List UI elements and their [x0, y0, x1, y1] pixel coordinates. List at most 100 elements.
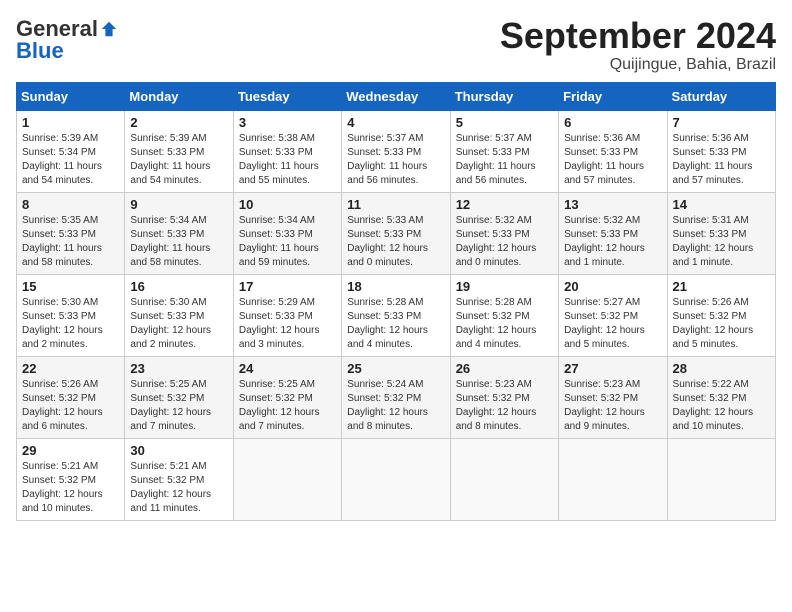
- day-number: 23: [130, 361, 227, 376]
- day-number: 20: [564, 279, 661, 294]
- header-wednesday: Wednesday: [342, 82, 450, 110]
- calendar-week-row: 1Sunrise: 5:39 AM Sunset: 5:34 PM Daylig…: [17, 110, 776, 192]
- calendar-cell: 14 Sunrise: 5:31 AM Sunset: 5:33 PM Dayli…: [667, 192, 775, 274]
- day-info: Sunrise: 5:31 AM Sunset: 5:33 PM Dayligh…: [673, 214, 770, 270]
- calendar-cell: 15 Sunrise: 5:30 AM Sunset: 5:33 PM Dayli…: [17, 274, 125, 356]
- calendar-cell: 9Sunrise: 5:34 AM Sunset: 5:33 PM Daylig…: [125, 192, 233, 274]
- day-number: 18: [347, 279, 444, 294]
- calendar-cell: 6 Sunrise: 5:36 AM Sunset: 5:33 PM Daylig…: [559, 110, 667, 192]
- day-info: Sunrise: 5:38 AM Sunset: 5:33 PM Dayligh…: [239, 132, 336, 188]
- calendar-cell: 19 Sunrise: 5:28 AM Sunset: 5:32 PM Dayli…: [450, 274, 558, 356]
- header-friday: Friday: [559, 82, 667, 110]
- calendar-cell: 26 Sunrise: 5:23 AM Sunset: 5:32 PM Dayli…: [450, 356, 558, 438]
- day-number: 10: [239, 197, 336, 212]
- header-thursday: Thursday: [450, 82, 558, 110]
- calendar-cell: 5Sunrise: 5:37 AM Sunset: 5:33 PM Daylig…: [450, 110, 558, 192]
- header-saturday: Saturday: [667, 82, 775, 110]
- calendar-cell: [667, 438, 775, 520]
- day-number: 21: [673, 279, 770, 294]
- day-number: 7: [673, 115, 770, 130]
- day-info: Sunrise: 5:39 AM Sunset: 5:34 PM Dayligh…: [22, 132, 119, 188]
- day-number: 6: [564, 115, 661, 130]
- calendar-header-row: Sunday Monday Tuesday Wednesday Thursday…: [17, 82, 776, 110]
- calendar-cell: [450, 438, 558, 520]
- calendar-cell: 24 Sunrise: 5:25 AM Sunset: 5:32 PM Dayli…: [233, 356, 341, 438]
- day-info: Sunrise: 5:21 AM Sunset: 5:32 PM Dayligh…: [22, 460, 119, 516]
- day-number: 19: [456, 279, 553, 294]
- day-number: 8: [22, 197, 119, 212]
- day-info: Sunrise: 5:36 AM Sunset: 5:33 PM Dayligh…: [564, 132, 661, 188]
- day-info: Sunrise: 5:37 AM Sunset: 5:33 PM Dayligh…: [347, 132, 444, 188]
- calendar-cell: 4 Sunrise: 5:37 AM Sunset: 5:33 PM Daylig…: [342, 110, 450, 192]
- calendar-cell: 17 Sunrise: 5:29 AM Sunset: 5:33 PM Dayli…: [233, 274, 341, 356]
- day-number: 13: [564, 197, 661, 212]
- page-header: General Blue September 2024 Quijingue, B…: [16, 16, 776, 74]
- day-info: Sunrise: 5:35 AM Sunset: 5:33 PM Dayligh…: [22, 214, 119, 270]
- header-sunday: Sunday: [17, 82, 125, 110]
- calendar-cell: 13 Sunrise: 5:32 AM Sunset: 5:33 PM Dayli…: [559, 192, 667, 274]
- day-info: Sunrise: 5:29 AM Sunset: 5:33 PM Dayligh…: [239, 296, 336, 352]
- day-info: Sunrise: 5:37 AM Sunset: 5:33 PM Dayligh…: [456, 132, 553, 188]
- day-number: 30: [130, 443, 227, 458]
- day-info: Sunrise: 5:28 AM Sunset: 5:32 PM Dayligh…: [456, 296, 553, 352]
- calendar-cell: 23 Sunrise: 5:25 AM Sunset: 5:32 PM Dayli…: [125, 356, 233, 438]
- logo-icon: [100, 20, 118, 38]
- day-info: Sunrise: 5:25 AM Sunset: 5:32 PM Dayligh…: [130, 378, 227, 434]
- day-info: Sunrise: 5:25 AM Sunset: 5:32 PM Dayligh…: [239, 378, 336, 434]
- calendar-cell: 20 Sunrise: 5:27 AM Sunset: 5:32 PM Dayli…: [559, 274, 667, 356]
- day-info: Sunrise: 5:28 AM Sunset: 5:33 PM Dayligh…: [347, 296, 444, 352]
- calendar-cell: [559, 438, 667, 520]
- location: Quijingue, Bahia, Brazil: [500, 56, 776, 74]
- month-title: September 2024: [500, 16, 776, 56]
- day-number: 15: [22, 279, 119, 294]
- calendar-cell: 29Sunrise: 5:21 AM Sunset: 5:32 PM Dayli…: [17, 438, 125, 520]
- day-number: 16: [130, 279, 227, 294]
- day-number: 24: [239, 361, 336, 376]
- day-info: Sunrise: 5:39 AM Sunset: 5:33 PM Dayligh…: [130, 132, 227, 188]
- calendar-cell: [342, 438, 450, 520]
- day-number: 17: [239, 279, 336, 294]
- calendar-cell: 1Sunrise: 5:39 AM Sunset: 5:34 PM Daylig…: [17, 110, 125, 192]
- day-info: Sunrise: 5:30 AM Sunset: 5:33 PM Dayligh…: [130, 296, 227, 352]
- day-info: Sunrise: 5:36 AM Sunset: 5:33 PM Dayligh…: [673, 132, 770, 188]
- calendar-week-row: 29Sunrise: 5:21 AM Sunset: 5:32 PM Dayli…: [17, 438, 776, 520]
- day-info: Sunrise: 5:24 AM Sunset: 5:32 PM Dayligh…: [347, 378, 444, 434]
- day-info: Sunrise: 5:21 AM Sunset: 5:32 PM Dayligh…: [130, 460, 227, 516]
- calendar-cell: 8 Sunrise: 5:35 AM Sunset: 5:33 PM Daylig…: [17, 192, 125, 274]
- day-number: 26: [456, 361, 553, 376]
- title-block: September 2024 Quijingue, Bahia, Brazil: [500, 16, 776, 74]
- calendar-cell: 2 Sunrise: 5:39 AM Sunset: 5:33 PM Daylig…: [125, 110, 233, 192]
- calendar-cell: 10Sunrise: 5:34 AM Sunset: 5:33 PM Dayli…: [233, 192, 341, 274]
- calendar-table: Sunday Monday Tuesday Wednesday Thursday…: [16, 82, 776, 521]
- day-number: 27: [564, 361, 661, 376]
- day-number: 14: [673, 197, 770, 212]
- day-info: Sunrise: 5:23 AM Sunset: 5:32 PM Dayligh…: [564, 378, 661, 434]
- calendar-cell: 21 Sunrise: 5:26 AM Sunset: 5:32 PM Dayli…: [667, 274, 775, 356]
- calendar-week-row: 8 Sunrise: 5:35 AM Sunset: 5:33 PM Daylig…: [17, 192, 776, 274]
- day-number: 9: [130, 197, 227, 212]
- calendar-cell: 11Sunrise: 5:33 AM Sunset: 5:33 PM Dayli…: [342, 192, 450, 274]
- day-number: 25: [347, 361, 444, 376]
- day-info: Sunrise: 5:32 AM Sunset: 5:33 PM Dayligh…: [456, 214, 553, 270]
- calendar-cell: 3Sunrise: 5:38 AM Sunset: 5:33 PM Daylig…: [233, 110, 341, 192]
- calendar-cell: 12Sunrise: 5:32 AM Sunset: 5:33 PM Dayli…: [450, 192, 558, 274]
- day-info: Sunrise: 5:32 AM Sunset: 5:33 PM Dayligh…: [564, 214, 661, 270]
- day-info: Sunrise: 5:23 AM Sunset: 5:32 PM Dayligh…: [456, 378, 553, 434]
- calendar-cell: 18 Sunrise: 5:28 AM Sunset: 5:33 PM Dayli…: [342, 274, 450, 356]
- day-number: 2: [130, 115, 227, 130]
- calendar-cell: 30 Sunrise: 5:21 AM Sunset: 5:32 PM Dayli…: [125, 438, 233, 520]
- calendar-cell: 16 Sunrise: 5:30 AM Sunset: 5:33 PM Dayli…: [125, 274, 233, 356]
- day-info: Sunrise: 5:27 AM Sunset: 5:32 PM Dayligh…: [564, 296, 661, 352]
- calendar-cell: 27 Sunrise: 5:23 AM Sunset: 5:32 PM Dayli…: [559, 356, 667, 438]
- day-number: 4: [347, 115, 444, 130]
- header-tuesday: Tuesday: [233, 82, 341, 110]
- calendar-cell: 22Sunrise: 5:26 AM Sunset: 5:32 PM Dayli…: [17, 356, 125, 438]
- day-info: Sunrise: 5:30 AM Sunset: 5:33 PM Dayligh…: [22, 296, 119, 352]
- day-info: Sunrise: 5:22 AM Sunset: 5:32 PM Dayligh…: [673, 378, 770, 434]
- day-number: 28: [673, 361, 770, 376]
- day-info: Sunrise: 5:26 AM Sunset: 5:32 PM Dayligh…: [673, 296, 770, 352]
- day-info: Sunrise: 5:26 AM Sunset: 5:32 PM Dayligh…: [22, 378, 119, 434]
- calendar-week-row: 22Sunrise: 5:26 AM Sunset: 5:32 PM Dayli…: [17, 356, 776, 438]
- calendar-cell: [233, 438, 341, 520]
- calendar-cell: 25 Sunrise: 5:24 AM Sunset: 5:32 PM Dayli…: [342, 356, 450, 438]
